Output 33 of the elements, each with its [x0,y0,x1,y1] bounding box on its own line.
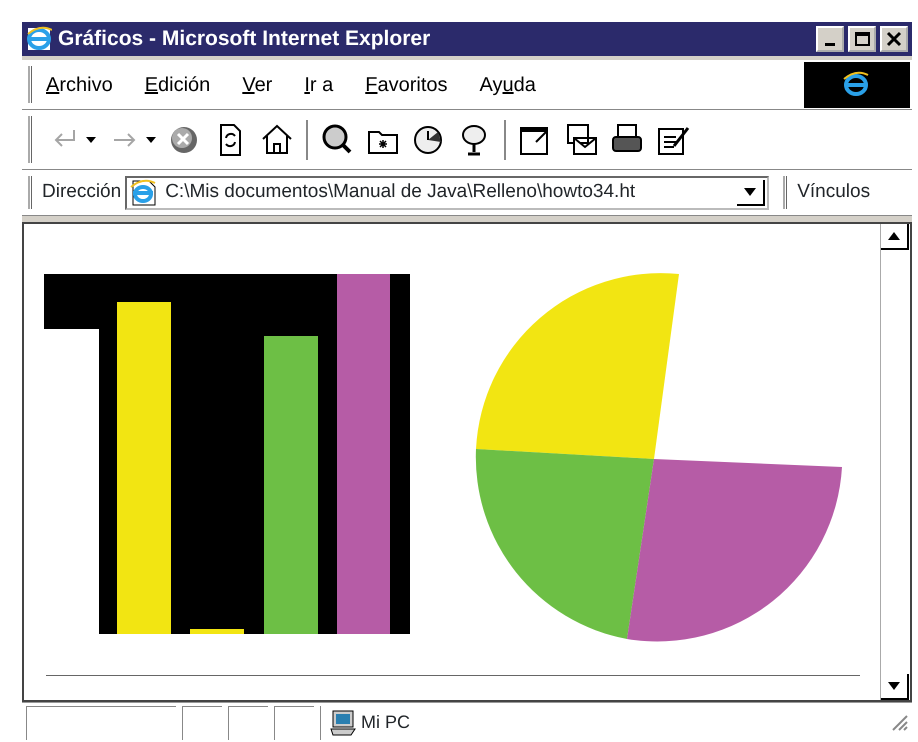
menu-item[interactable]: Ver [242,70,272,100]
caret-icon [888,232,900,240]
menu-item[interactable]: Favoritos [365,70,448,100]
close-icon [885,30,903,48]
caret-icon [86,136,96,142]
links-button[interactable]: Vínculos [797,178,870,207]
minimize-button[interactable] [816,26,844,52]
caret-icon [146,136,156,142]
caret-icon [888,682,900,690]
status-pane [228,706,268,740]
computer-icon [329,708,357,736]
status-zone: Mi PC [361,711,410,734]
maximize-button[interactable] [848,26,876,52]
caret-icon [744,188,756,196]
scroll-down-button[interactable] [881,674,909,700]
dropdown-button[interactable] [737,180,766,206]
status-pane [274,706,314,740]
menu-item[interactable]: Ir a [304,70,334,100]
minimize-icon [825,42,835,46]
resize-grip-icon [890,713,908,732]
menu-item[interactable]: Archivo [46,70,113,100]
status-pane [182,706,222,740]
close-button[interactable] [880,26,908,52]
mail-icon [564,122,598,158]
window-title: Gráficos - Microsoft Internet Explorer [58,26,430,52]
address-field[interactable]: C:\Mis documentos\Manual de Java\Relleno\howto34.ht [125,176,770,210]
maximize-icon [853,30,871,48]
menu-item[interactable]: Ayuda [480,70,536,100]
menu-item[interactable]: Edición [144,70,210,100]
scroll-up-button[interactable] [881,224,909,250]
chart-bar [190,629,244,634]
address-label: Dirección [42,180,122,204]
browser-icon [26,26,52,52]
